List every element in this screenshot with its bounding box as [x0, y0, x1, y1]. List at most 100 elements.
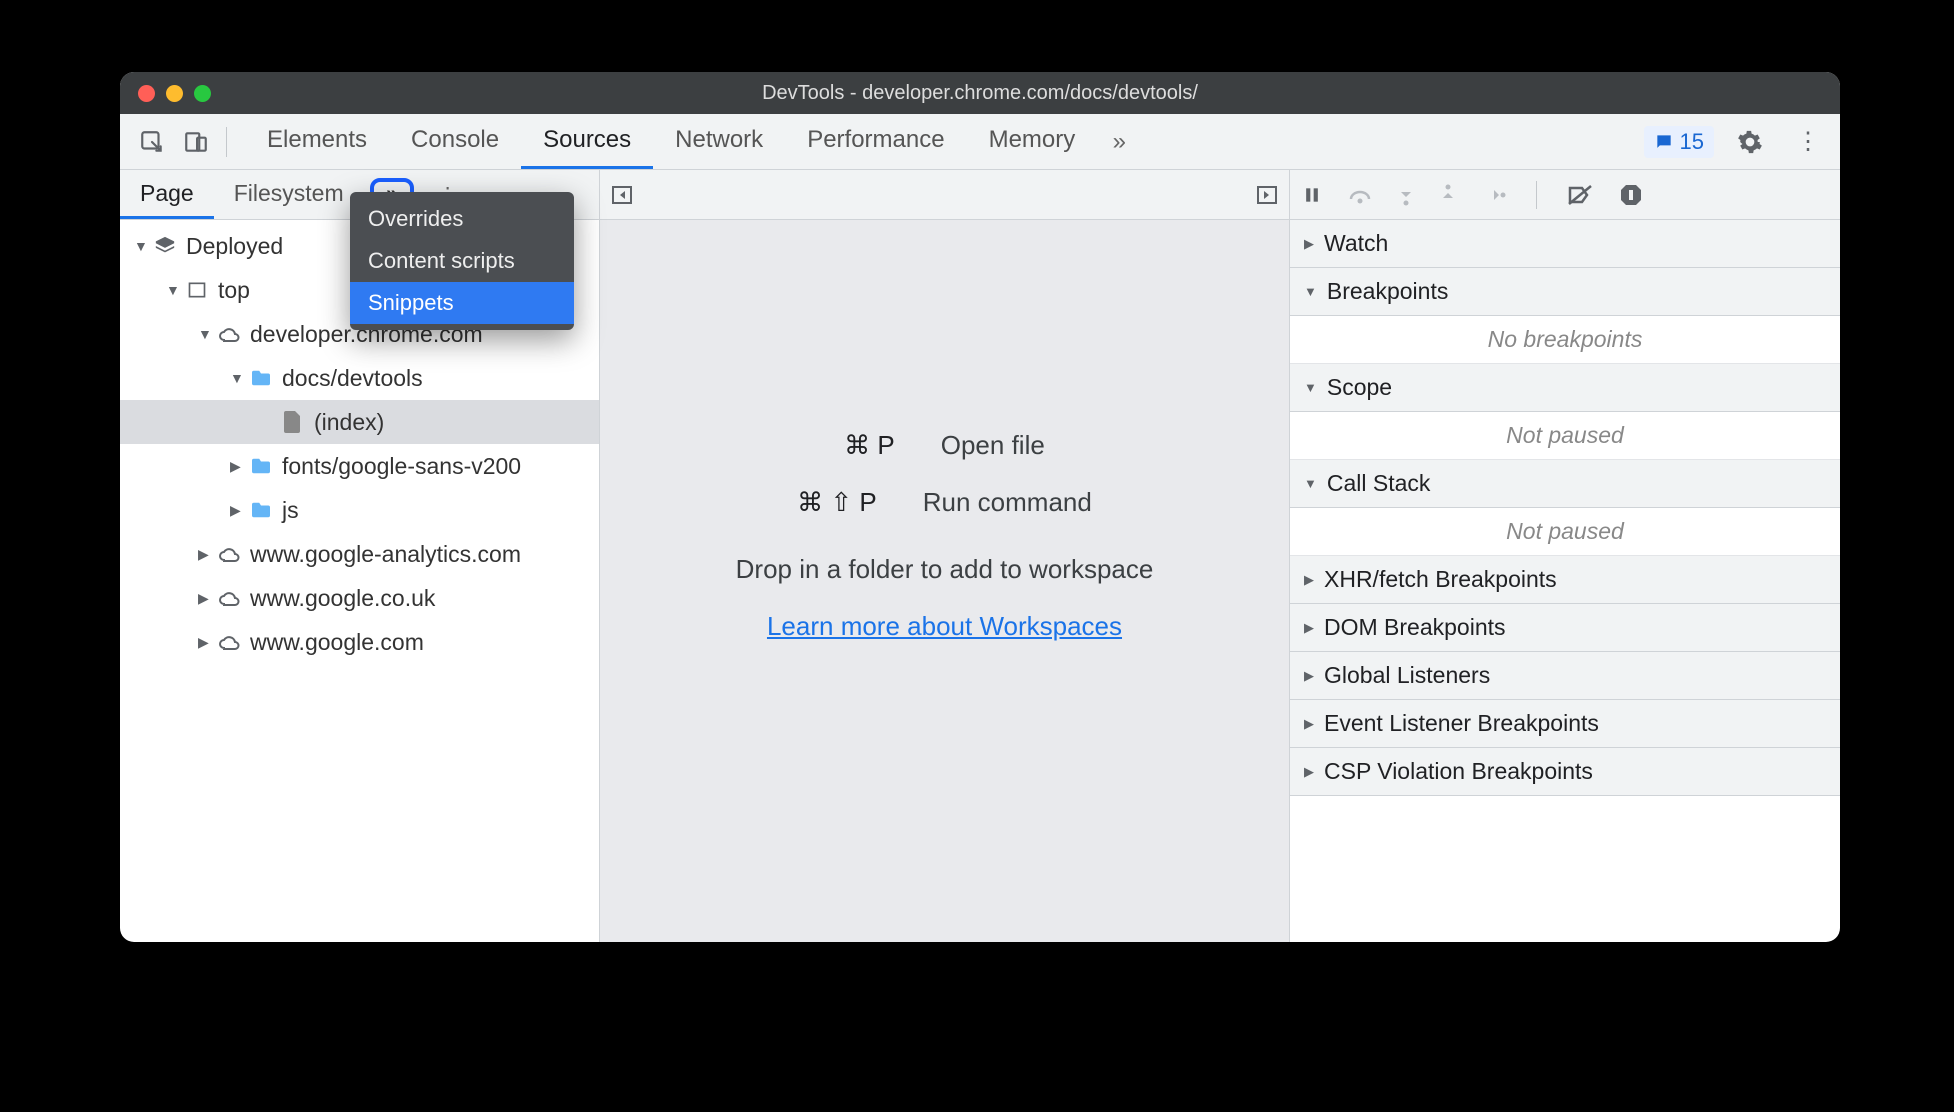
issues-chip[interactable]: 15 [1644, 126, 1714, 158]
tree-label: (index) [314, 409, 384, 436]
folder-icon [248, 501, 274, 519]
tab-elements[interactable]: Elements [245, 114, 389, 169]
expand-debugger-icon[interactable] [1255, 183, 1279, 207]
more-tabs-icon[interactable]: » [1097, 120, 1141, 164]
section-label: CSP Violation Breakpoints [1324, 758, 1593, 785]
expand-arrow-icon[interactable]: ▶ [198, 546, 216, 563]
tree-row[interactable]: ▶ js [120, 488, 599, 532]
step-out-icon[interactable] [1440, 184, 1456, 206]
inspect-element-icon[interactable] [130, 120, 174, 164]
debug-section-csp-violation-breakpoints[interactable]: ▶CSP Violation Breakpoints [1290, 748, 1840, 796]
expand-arrow-icon[interactable]: ▶ [230, 458, 248, 475]
tab-performance[interactable]: Performance [785, 114, 966, 169]
deactivate-breakpoints-icon[interactable] [1567, 184, 1593, 206]
folder-icon [248, 369, 274, 387]
tree-row[interactable]: ▶ fonts/google-sans-v200 [120, 444, 599, 488]
tree-row[interactable]: (index) [120, 400, 599, 444]
collapse-navigator-icon[interactable] [610, 183, 634, 207]
debug-section-call-stack[interactable]: ▼ Call Stack [1290, 460, 1840, 508]
workspace-drop-hint: Drop in a folder to add to workspace [736, 554, 1154, 585]
expand-arrow-icon[interactable]: ▼ [230, 370, 248, 386]
section-body: No breakpoints [1290, 316, 1840, 364]
step-into-icon[interactable] [1398, 184, 1414, 206]
tab-sources[interactable]: Sources [521, 114, 653, 169]
run-command-label: Run command [923, 487, 1092, 518]
expand-arrow-icon[interactable]: ▼ [198, 326, 216, 342]
step-over-icon[interactable] [1348, 185, 1372, 205]
section-label: Call Stack [1327, 470, 1431, 497]
section-arrow-icon: ▶ [1304, 572, 1314, 588]
editor-tabbar [600, 170, 1289, 220]
main-toolbar: ElementsConsoleSourcesNetworkPerformance… [120, 114, 1840, 170]
tab-strip: ElementsConsoleSourcesNetworkPerformance… [245, 114, 1097, 169]
learn-more-workspaces-link[interactable]: Learn more about Workspaces [767, 611, 1122, 642]
expand-arrow-icon[interactable]: ▶ [230, 502, 248, 519]
issues-count: 15 [1680, 129, 1704, 155]
deployed-icon [152, 235, 178, 257]
tab-memory[interactable]: Memory [967, 114, 1098, 169]
nav-tab-page[interactable]: Page [120, 170, 214, 219]
dropdown-item-snippets[interactable]: Snippets [350, 282, 574, 324]
tree-label: Deployed [186, 233, 283, 260]
section-arrow-icon: ▶ [1304, 620, 1314, 636]
settings-icon[interactable] [1728, 120, 1772, 164]
pause-icon[interactable] [1302, 185, 1322, 205]
dropdown-item-overrides[interactable]: Overrides [350, 198, 574, 240]
tree-label: www.google.co.uk [250, 585, 435, 612]
tree-row[interactable]: ▶ www.google.com [120, 620, 599, 664]
open-file-keys: ⌘ P [844, 430, 895, 461]
cloud-icon [216, 545, 242, 563]
expand-arrow-icon[interactable]: ▼ [166, 282, 184, 298]
debug-section-watch[interactable]: ▶Watch [1290, 220, 1840, 268]
section-arrow-icon: ▶ [1304, 668, 1314, 684]
divider [1536, 181, 1537, 209]
section-arrow-icon: ▶ [1304, 716, 1314, 732]
device-toggle-icon[interactable] [174, 120, 218, 164]
window-title: DevTools - developer.chrome.com/docs/dev… [120, 82, 1840, 105]
navigator-overflow-menu: OverridesContent scriptsSnippets [350, 192, 574, 330]
file-icon [280, 411, 306, 433]
tree-label: www.google-analytics.com [250, 541, 521, 568]
cloud-icon [216, 589, 242, 607]
tree-label: js [282, 497, 299, 524]
expand-arrow-icon[interactable]: ▶ [198, 590, 216, 607]
tree-row[interactable]: ▶ www.google-analytics.com [120, 532, 599, 576]
run-command-keys: ⌘ ⇧ P [797, 487, 877, 518]
section-body: Not paused [1290, 508, 1840, 556]
expand-arrow-icon[interactable]: ▼ [134, 238, 152, 254]
editor-panel: ⌘ P Open file ⌘ ⇧ P Run command Drop in … [600, 170, 1290, 942]
debug-section-scope[interactable]: ▼ Scope [1290, 364, 1840, 412]
tree-label: www.google.com [250, 629, 424, 656]
debug-section-dom-breakpoints[interactable]: ▶ DOM Breakpoints [1290, 604, 1840, 652]
section-label: Global Listeners [1324, 662, 1490, 689]
debug-section-breakpoints[interactable]: ▼Breakpoints [1290, 268, 1840, 316]
tab-console[interactable]: Console [389, 114, 521, 169]
expand-arrow-icon[interactable]: ▶ [198, 634, 216, 651]
section-arrow-icon: ▼ [1304, 476, 1317, 491]
tree-label: docs/devtools [282, 365, 423, 392]
section-arrow-icon: ▶ [1304, 236, 1314, 252]
nav-tab-filesystem[interactable]: Filesystem [214, 170, 364, 219]
section-label: DOM Breakpoints [1324, 614, 1506, 641]
section-label: Scope [1327, 374, 1392, 401]
kebab-menu-icon[interactable]: ⋮ [1786, 120, 1830, 164]
step-icon[interactable] [1482, 187, 1506, 203]
debug-section-global-listeners[interactable]: ▶ Global Listeners [1290, 652, 1840, 700]
editor-placeholder: ⌘ P Open file ⌘ ⇧ P Run command Drop in … [600, 220, 1289, 942]
section-arrow-icon: ▼ [1304, 380, 1317, 395]
dropdown-item-content-scripts[interactable]: Content scripts [350, 240, 574, 282]
pause-on-exceptions-icon[interactable] [1619, 183, 1643, 207]
debug-section-event-listener-breakpoints[interactable]: ▶Event Listener Breakpoints [1290, 700, 1840, 748]
debugger-panel: ▶Watch▼BreakpointsNo breakpoints ▼ Scope No… [1290, 170, 1840, 942]
folder-icon [248, 457, 274, 475]
titlebar: DevTools - developer.chrome.com/docs/dev… [120, 72, 1840, 114]
tab-network[interactable]: Network [653, 114, 785, 169]
debug-section-xhr-fetch-breakpoints[interactable]: ▶ XHR/fetch Breakpoints [1290, 556, 1840, 604]
tree-label: fonts/google-sans-v200 [282, 453, 521, 480]
run-command-shortcut: ⌘ ⇧ P Run command [797, 487, 1092, 518]
tree-row[interactable]: ▼ docs/devtools [120, 356, 599, 400]
section-label: XHR/fetch Breakpoints [1324, 566, 1557, 593]
debugger-toolbar [1290, 170, 1840, 220]
tree-row[interactable]: ▶ www.google.co.uk [120, 576, 599, 620]
tree-label: top [218, 277, 250, 304]
